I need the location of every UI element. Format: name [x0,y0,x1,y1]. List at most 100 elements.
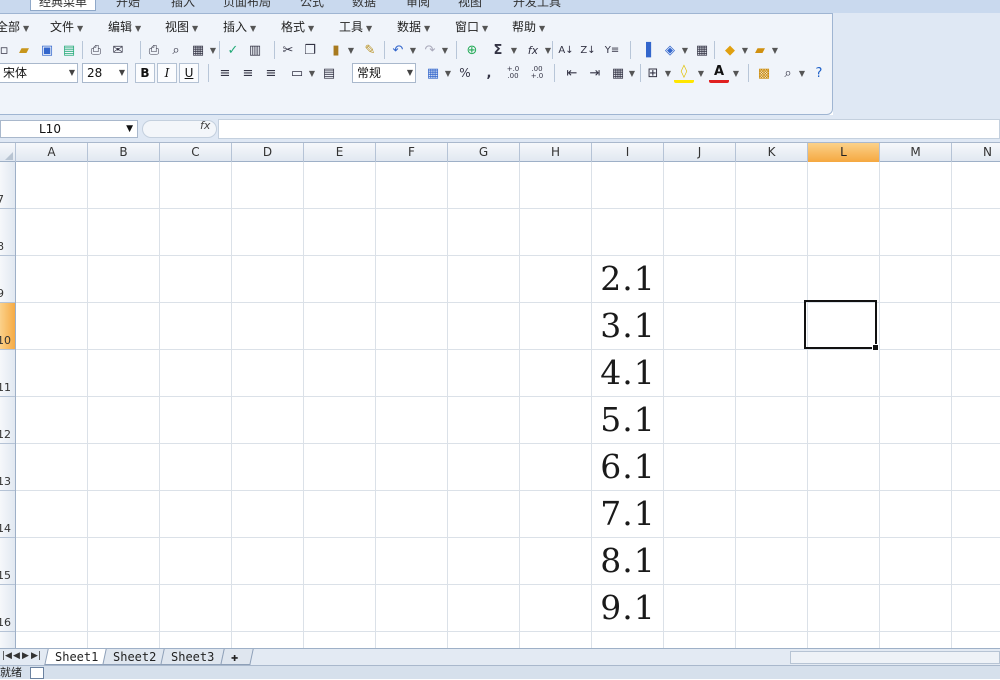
conditional-format-icon[interactable]: ▩ [754,63,774,83]
chart-icon[interactable]: ▐ [636,40,656,60]
column-header-m[interactable]: M [880,143,952,162]
fill-color-dropdown-icon[interactable]: ▼ [696,63,706,83]
filter-icon[interactable]: Y≡ [602,40,622,60]
drawing-icon[interactable]: ◈ [660,40,680,60]
menu-format[interactable]: 格式 ▼ [281,18,314,35]
cell-value[interactable]: 8.1 [593,538,663,584]
menu-tools[interactable]: 工具 ▼ [339,18,372,35]
menu-insert[interactable]: 插入 ▼ [223,18,256,35]
tab-developer[interactable]: 开发工具 [505,0,569,11]
sheet-tab-sheet2[interactable]: Sheet2 [102,649,168,665]
autosum-dropdown-icon[interactable]: ▼ [509,40,519,60]
copy-icon[interactable]: ❐ [300,40,320,60]
sort-ascending-icon[interactable]: A↓ [556,40,576,60]
record-macro-icon[interactable] [30,667,44,679]
number-format-select[interactable]: 常规 ▼ [352,63,416,83]
style-icon[interactable]: ▦ [608,63,628,83]
row-header-7[interactable]: 7 [0,162,15,209]
align-right-icon[interactable]: ≡ [261,63,281,83]
sheet-tab-sheet1[interactable]: Sheet1 [44,649,110,665]
font-size-select[interactable]: 28 ▼ [82,63,128,83]
paste-icon[interactable]: ▮ [326,40,346,60]
undo-icon[interactable]: ↶ [388,40,408,60]
row-header-15[interactable]: 15 [0,538,15,585]
open-folder-icon[interactable]: ▰ [14,40,34,60]
table-grid-icon[interactable]: ▦ [692,40,712,60]
font-color-dropdown-icon[interactable]: ▼ [731,63,741,83]
mail-icon[interactable]: ✉ [108,40,128,60]
tab-formulas[interactable]: 公式 [292,0,332,11]
permission-icon[interactable]: ▤ [59,40,79,60]
align-left-icon[interactable]: ≡ [215,63,235,83]
folder-dropdown-icon[interactable]: ▼ [770,40,780,60]
row-header-12[interactable]: 12 [0,397,15,444]
cut-icon[interactable]: ✂ [278,40,298,60]
help-icon[interactable]: ? [809,63,829,83]
next-sheet-icon[interactable]: ▶ [22,651,29,661]
cell-value[interactable]: 4.1 [593,350,663,396]
first-sheet-icon[interactable]: |◀ [2,651,12,661]
sort-descending-icon[interactable]: Z↓ [578,40,598,60]
insert-sheet-icon[interactable]: ✚ [220,649,254,665]
hyperlink-icon[interactable]: ⊕ [462,40,482,60]
name-box[interactable]: L10 ▼ [0,120,138,138]
fill-color-icon[interactable]: ◊ [674,63,694,83]
tab-home[interactable]: 开始 [108,0,148,11]
redo-icon[interactable]: ↷ [420,40,440,60]
column-header-g[interactable]: G [448,143,520,162]
tab-data[interactable]: 数据 [344,0,384,11]
wrap-text-icon[interactable]: ▤ [319,63,339,83]
drawing-dropdown-icon[interactable]: ▼ [680,40,690,60]
increase-indent-icon[interactable]: ⇥ [585,63,605,83]
underline-button[interactable]: U [179,63,199,83]
menu-view[interactable]: 视图 ▼ [165,18,198,35]
column-header-j[interactable]: J [664,143,736,162]
row-header-10[interactable]: 10 [0,303,15,350]
select-all-button[interactable] [0,143,16,162]
align-center-icon[interactable]: ≡ [238,63,258,83]
column-header-n[interactable]: N [952,143,1000,162]
insert-function-icon[interactable]: fx [523,40,543,60]
row-header-9[interactable]: 9 [0,256,15,303]
currency-icon[interactable]: ▦ [423,63,443,83]
page-setup-icon[interactable]: ▦ [188,40,208,60]
tab-review[interactable]: 审阅 [398,0,438,11]
cell-value[interactable]: 9.1 [593,585,663,631]
bold-button[interactable]: B [135,63,155,83]
paste-dropdown-icon[interactable]: ▼ [346,40,356,60]
worksheet-grid[interactable]: 2.1 3.1 4.1 5.1 6.1 7.1 8.1 9.1 [16,162,1000,648]
menu-all[interactable]: 全部 ▼ [0,18,29,35]
sheet-tab-sheet3[interactable]: Sheet3 [160,649,226,665]
row-header-8[interactable]: 8 [0,209,15,256]
preview-icon[interactable]: ⌕ [166,40,186,60]
research-icon[interactable]: ▥ [245,40,265,60]
menu-window[interactable]: 窗口 ▼ [455,18,488,35]
undo-dropdown-icon[interactable]: ▼ [408,40,418,60]
column-header-i[interactable]: I [592,143,664,162]
cell-value[interactable]: 7.1 [593,491,663,537]
percent-button[interactable]: % [455,63,475,83]
borders-dropdown-icon[interactable]: ▼ [663,63,673,83]
menu-data[interactable]: 数据 ▼ [397,18,430,35]
menu-file[interactable]: 文件 ▼ [50,18,83,35]
cell-value[interactable]: 3.1 [593,303,663,349]
cell-value[interactable]: 2.1 [593,256,663,302]
row-header-14[interactable]: 14 [0,491,15,538]
tab-insert[interactable]: 插入 [163,0,203,11]
merge-dropdown-icon[interactable]: ▼ [307,63,317,83]
tab-classic-menu[interactable]: 经典菜单 [30,0,97,11]
zoom-dropdown-icon[interactable]: ▼ [797,63,807,83]
column-header-h[interactable]: H [520,143,592,162]
menu-edit[interactable]: 编辑 ▼ [108,18,141,35]
horizontal-scrollbar[interactable] [790,651,1000,664]
macro-dropdown-icon[interactable]: ▼ [740,40,750,60]
column-header-f[interactable]: F [376,143,448,162]
active-cell[interactable] [804,300,879,351]
decrease-decimal-button[interactable]: .00 +.0 [527,63,547,83]
spelling-icon[interactable]: ✓ [223,40,243,60]
zoom-icon[interactable]: ⌕ [778,63,798,83]
tab-page-layout[interactable]: 页面布局 [215,0,279,11]
column-header-a[interactable]: A [16,143,88,162]
increase-decimal-button[interactable]: +.0 .00 [503,63,523,83]
cell-value[interactable]: 6.1 [593,444,663,490]
